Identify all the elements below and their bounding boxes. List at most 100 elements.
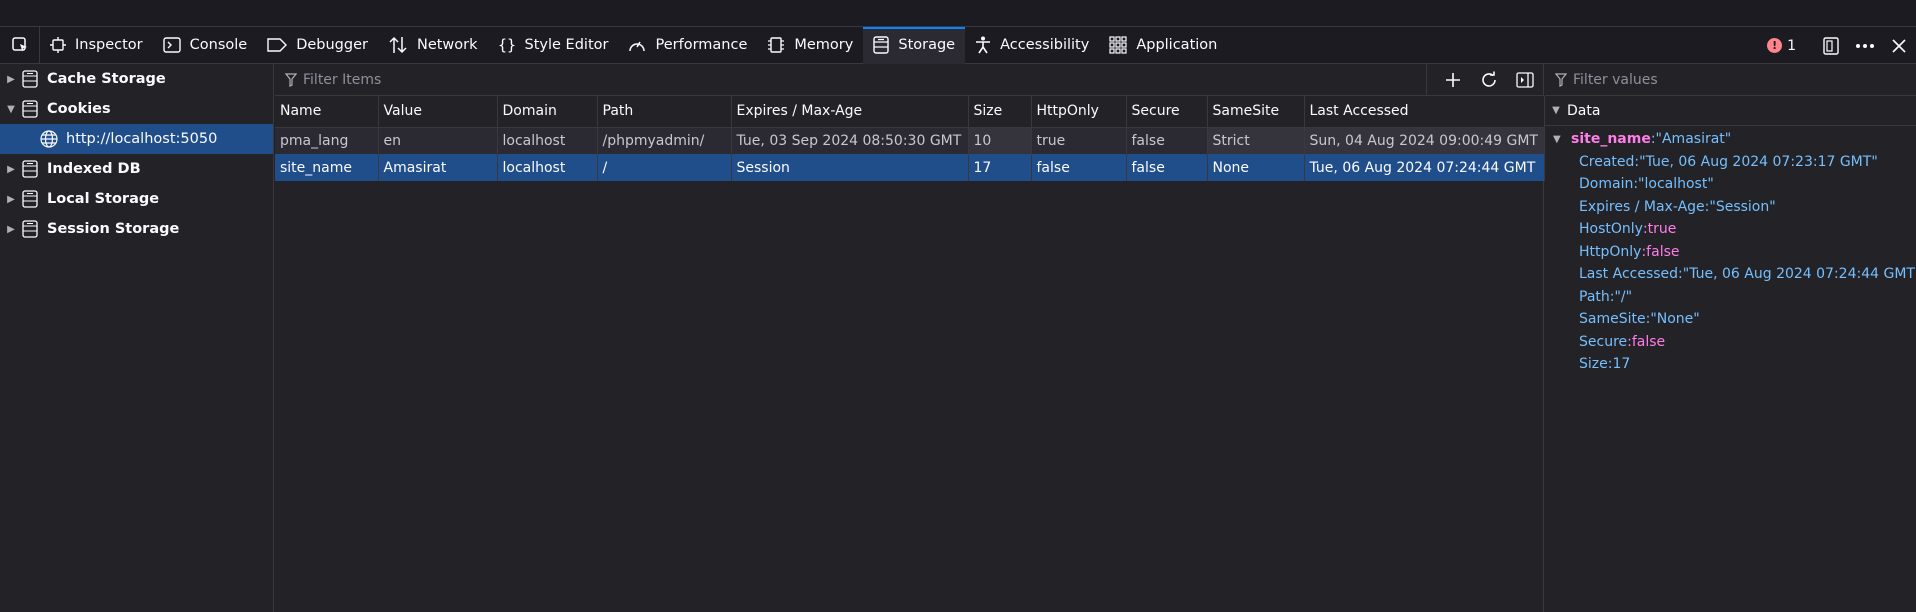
property-root-value: :"Amasirat" — [1650, 131, 1732, 148]
property-value: :"Tue, 06 Aug 2024 07:24:44 GMT" — [1678, 266, 1916, 283]
cell-name[interactable]: site_name — [275, 154, 379, 181]
inspector-icon — [50, 37, 66, 53]
tab-style-editor[interactable]: {} Style Editor — [488, 27, 619, 64]
property-key: Size — [1579, 356, 1608, 373]
sidebar-item-indexed-db[interactable]: ▶ Indexed DB — [0, 154, 273, 184]
cell-expires[interactable]: Session — [731, 154, 969, 181]
property-row[interactable]: SameSite:"None" — [1545, 308, 1916, 331]
column-header-domain[interactable]: Domain — [497, 96, 598, 128]
tab-inspector[interactable]: Inspector — [40, 27, 153, 64]
collapse-arrow-icon[interactable]: ▼ — [1545, 105, 1567, 116]
column-header-last-accessed[interactable]: Last Accessed — [1304, 96, 1545, 128]
expand-arrow-icon[interactable]: ▶ — [0, 224, 22, 235]
property-key: Expires / Max-Age — [1579, 198, 1705, 215]
cell-path[interactable]: /phpmyadmin/ — [597, 127, 732, 154]
memory-icon — [768, 37, 785, 53]
tab-storage[interactable]: Storage — [863, 26, 966, 64]
debugger-icon — [267, 38, 288, 52]
cell-secure[interactable]: false — [1126, 127, 1208, 154]
responsive-design-button[interactable] — [1814, 27, 1848, 64]
add-item-button[interactable] — [1435, 64, 1471, 96]
sidebar-item-cache-storage[interactable]: ▶ Cache Storage — [0, 64, 273, 94]
refresh-button[interactable] — [1471, 64, 1507, 96]
tab-label: Storage — [898, 37, 956, 53]
database-icon — [22, 220, 38, 238]
accessibility-icon — [976, 36, 991, 54]
sidebar-item-localhost-5050[interactable]: http://localhost:5050 — [0, 124, 273, 154]
property-row[interactable]: Path:"/" — [1545, 286, 1916, 309]
property-row[interactable]: HostOnly:true — [1545, 218, 1916, 241]
collapse-arrow-icon[interactable]: ▼ — [0, 104, 22, 115]
cell-samesite[interactable]: Strict — [1207, 127, 1305, 154]
expand-arrow-icon[interactable]: ▶ — [0, 164, 22, 175]
property-value: :true — [1642, 221, 1677, 238]
expand-arrow-icon[interactable]: ▶ — [0, 194, 22, 205]
cell-secure[interactable]: false — [1126, 154, 1208, 181]
tab-accessibility[interactable]: Accessibility — [965, 27, 1099, 64]
cookie-details-panel: ▼ Data ▼ site_name:"Amasirat" Created:"T… — [1545, 64, 1916, 612]
more-options-button[interactable] — [1848, 27, 1882, 64]
data-section-header[interactable]: ▼ Data — [1545, 96, 1916, 126]
column-header-samesite[interactable]: SameSite — [1207, 96, 1305, 128]
cell-last-accessed[interactable]: Tue, 06 Aug 2024 07:24:44 GMT — [1304, 154, 1545, 181]
cell-domain[interactable]: localhost — [497, 127, 598, 154]
property-row[interactable]: Secure:false — [1545, 331, 1916, 354]
tab-network[interactable]: Network — [378, 27, 488, 64]
cell-httponly[interactable]: false — [1031, 154, 1127, 181]
cell-size[interactable]: 10 — [968, 127, 1032, 154]
network-icon — [389, 36, 407, 54]
element-picker-button[interactable] — [0, 26, 40, 64]
storage-sidebar: ▶ Cache Storage ▼ Cookies http://localho… — [0, 64, 274, 612]
sidebar-item-label: Session Storage — [47, 221, 180, 237]
expand-arrow-icon[interactable]: ▶ — [0, 74, 22, 85]
property-row[interactable]: Expires / Max-Age:"Session" — [1545, 196, 1916, 219]
filter-icon — [285, 72, 297, 87]
tab-performance[interactable]: Performance — [618, 27, 757, 64]
property-row[interactable]: Last Accessed:"Tue, 06 Aug 2024 07:24:44… — [1545, 263, 1916, 286]
column-header-path[interactable]: Path — [597, 96, 732, 128]
property-row[interactable]: Size:17 — [1545, 353, 1916, 376]
property-row[interactable]: HttpOnly:false — [1545, 241, 1916, 264]
property-value: :"Session" — [1704, 198, 1776, 215]
filter-items-input[interactable] — [303, 71, 1426, 88]
close-devtools-button[interactable] — [1882, 27, 1916, 64]
cell-value[interactable]: Amasirat — [378, 154, 498, 181]
table-row-selected[interactable]: site_name Amasirat localhost / Session 1… — [275, 154, 1545, 181]
tab-application[interactable]: Application — [1099, 27, 1227, 64]
column-header-size[interactable]: Size — [968, 96, 1032, 128]
property-key: Created — [1579, 153, 1635, 170]
cell-samesite[interactable]: None — [1207, 154, 1305, 181]
cell-domain[interactable]: localhost — [497, 154, 598, 181]
filter-values-input[interactable] — [1573, 71, 1916, 88]
cell-name[interactable]: pma_lang — [275, 127, 379, 154]
table-row[interactable]: pma_lang en localhost /phpmyadmin/ Tue, … — [275, 127, 1545, 154]
tab-console[interactable]: Console — [153, 27, 258, 64]
cell-value[interactable]: en — [378, 127, 498, 154]
cell-path[interactable]: / — [597, 154, 732, 181]
property-row[interactable]: Domain:"localhost" — [1545, 173, 1916, 196]
column-header-secure[interactable]: Secure — [1126, 96, 1208, 128]
sidebar-item-label: Cookies — [47, 101, 111, 117]
tab-debugger[interactable]: Debugger — [257, 27, 378, 64]
cell-expires[interactable]: Tue, 03 Sep 2024 08:50:30 GMT — [731, 127, 969, 154]
collapse-arrow-icon[interactable]: ▼ — [1553, 134, 1571, 145]
column-header-expires[interactable]: Expires / Max-Age — [731, 96, 969, 128]
property-root[interactable]: ▼ site_name:"Amasirat" — [1545, 128, 1916, 151]
column-header-value[interactable]: Value — [378, 96, 498, 128]
sidebar-item-cookies[interactable]: ▼ Cookies — [0, 94, 273, 124]
tab-memory[interactable]: Memory — [757, 27, 863, 64]
error-count-badge[interactable]: ! 1 — [1767, 38, 1796, 54]
database-icon — [22, 160, 38, 178]
property-key: Path — [1579, 288, 1610, 305]
cell-size[interactable]: 17 — [968, 154, 1032, 181]
sidebar-item-local-storage[interactable]: ▶ Local Storage — [0, 184, 273, 214]
toggle-sidebar-button[interactable] — [1507, 64, 1543, 96]
property-value: :"Tue, 06 Aug 2024 07:23:17 GMT" — [1634, 153, 1878, 170]
sidebar-item-label: http://localhost:5050 — [66, 131, 218, 147]
cell-httponly[interactable]: true — [1031, 127, 1127, 154]
cell-last-accessed[interactable]: Sun, 04 Aug 2024 09:00:49 GMT — [1304, 127, 1545, 154]
column-header-httponly[interactable]: HttpOnly — [1031, 96, 1127, 128]
property-row[interactable]: Created:"Tue, 06 Aug 2024 07:23:17 GMT" — [1545, 151, 1916, 174]
sidebar-item-session-storage[interactable]: ▶ Session Storage — [0, 214, 273, 244]
column-header-name[interactable]: Name — [275, 96, 379, 128]
